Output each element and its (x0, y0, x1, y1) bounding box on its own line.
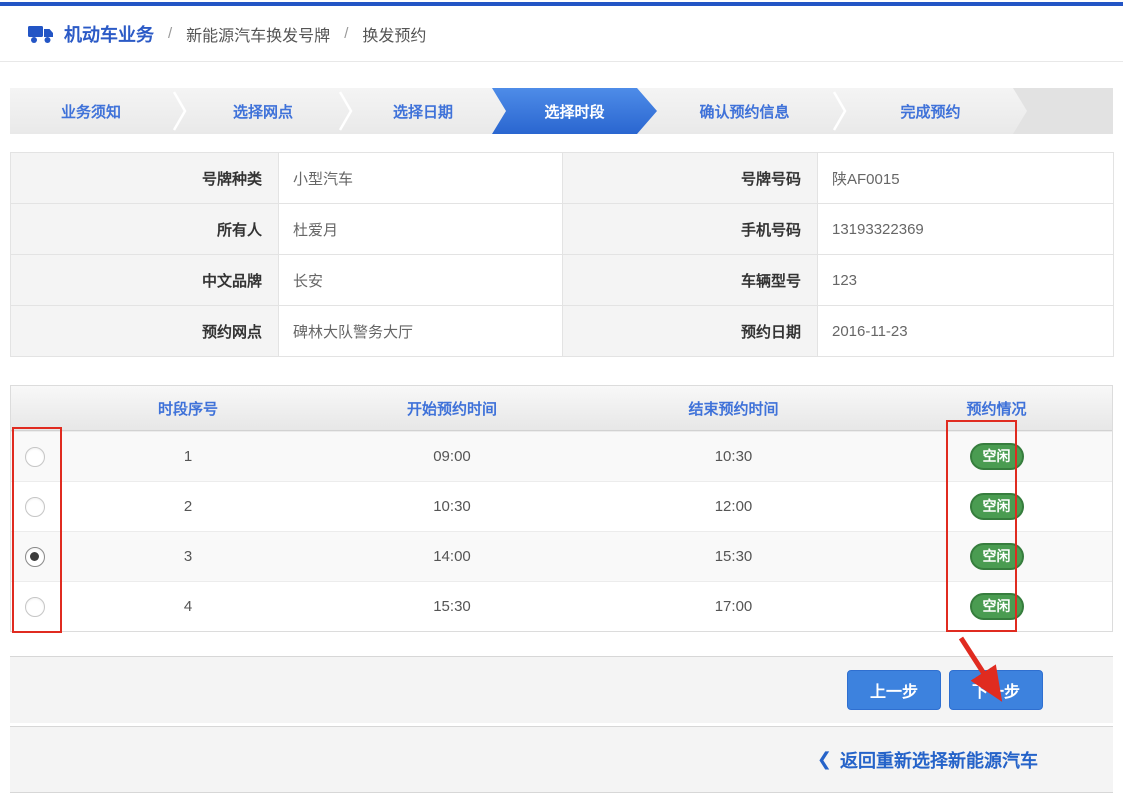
brand-value: 长安 (279, 255, 563, 306)
breadcrumb: 机动车业务 / 新能源汽车换发号牌 / 换发预约 (0, 6, 1123, 62)
end-time-value: 17:00 (586, 598, 881, 615)
action-bar: 上一步 下一步 (10, 656, 1113, 723)
next-step-button[interactable]: 下一步 (949, 670, 1043, 710)
tab-select-timeslot-active[interactable]: 选择时段 (492, 88, 657, 134)
site-value: 碑林大队警务大厅 (279, 306, 563, 357)
page: 机动车业务 / 新能源汽车换发号牌 / 换发预约 业务须知 选择网点 选择日期 … (0, 0, 1123, 801)
date-value: 2016-11-23 (818, 306, 1114, 357)
model-value: 123 (818, 255, 1114, 306)
seq-value: 3 (58, 548, 318, 565)
timeslot-radio-3-selected[interactable] (25, 547, 45, 567)
tabs-trailing-area (1013, 88, 1113, 134)
table-row: 所有人 杜爱月 手机号码 13193322369 (11, 204, 1114, 255)
seq-header: 时段序号 (58, 398, 318, 419)
timeslot-radio-4[interactable] (25, 597, 45, 617)
timeslot-row-1[interactable]: 1 09:00 10:30 空闲 (11, 431, 1112, 481)
timeslot-table: 时段序号 开始预约时间 结束预约时间 预约情况 1 09:00 10:30 空闲… (10, 385, 1113, 632)
site-label: 预约网点 (11, 306, 279, 357)
plate-number-label: 号牌号码 (563, 153, 818, 204)
breadcrumb-item-category: 新能源汽车换发号牌 (186, 22, 330, 46)
tab-complete[interactable]: 完成预约 (848, 88, 1013, 134)
start-time-value: 10:30 (318, 498, 586, 515)
end-time-value: 15:30 (586, 548, 881, 565)
tab-confirm-info[interactable]: 确认预约信息 (657, 88, 832, 134)
back-to-vehicle-link[interactable]: ❮ 返回重新选择新能源汽车 (817, 747, 1038, 773)
timeslot-radio-2[interactable] (25, 497, 45, 517)
seq-value: 2 (58, 498, 318, 515)
status-badge: 空闲 (970, 443, 1024, 470)
table-row: 预约网点 碑林大队警务大厅 预约日期 2016-11-23 (11, 306, 1114, 357)
brand-label: 中文品牌 (11, 255, 279, 306)
step-tabs: 业务须知 选择网点 选择日期 选择时段 确认预约信息 完成预约 (10, 88, 1113, 134)
start-time-value: 15:30 (318, 598, 586, 615)
vehicle-info-table: 号牌种类 小型汽车 号牌号码 陕AF0015 所有人 杜爱月 手机号码 1319… (10, 152, 1114, 357)
timeslot-row-2[interactable]: 2 10:30 12:00 空闲 (11, 481, 1112, 531)
start-time-value: 09:00 (318, 448, 586, 465)
phone-value: 13193322369 (818, 204, 1114, 255)
owner-label: 所有人 (11, 204, 279, 255)
model-label: 车辆型号 (563, 255, 818, 306)
prev-step-button[interactable]: 上一步 (847, 670, 941, 710)
start-time-header: 开始预约时间 (318, 398, 586, 419)
status-badge: 空闲 (970, 593, 1024, 620)
status-badge: 空闲 (970, 543, 1024, 570)
plate-type-label: 号牌种类 (11, 153, 279, 204)
plate-type-value: 小型汽车 (279, 153, 563, 204)
timeslot-header-row: 时段序号 开始预约时间 结束预约时间 预约情况 (11, 386, 1112, 431)
chevron-separator-icon (832, 88, 848, 134)
breadcrumb-item-current: 换发预约 (362, 22, 426, 46)
chevron-left-icon: ❮ (817, 749, 832, 770)
tab-select-date[interactable]: 选择日期 (354, 88, 492, 134)
seq-value: 4 (58, 598, 318, 615)
tab-business-notice[interactable]: 业务须知 (10, 88, 172, 134)
end-time-header: 结束预约时间 (586, 398, 881, 419)
breadcrumb-separator: / (344, 25, 348, 42)
phone-label: 手机号码 (563, 204, 818, 255)
chevron-separator-icon (338, 88, 354, 134)
breadcrumb-root[interactable]: 机动车业务 (28, 21, 154, 47)
timeslot-radio-1[interactable] (25, 447, 45, 467)
timeslot-row-4[interactable]: 4 15:30 17:00 空闲 (11, 581, 1112, 631)
chevron-separator-icon (172, 88, 188, 134)
back-link-label: 返回重新选择新能源汽车 (840, 747, 1038, 773)
table-row: 号牌种类 小型汽车 号牌号码 陕AF0015 (11, 153, 1114, 204)
end-time-value: 10:30 (586, 448, 881, 465)
timeslot-row-3[interactable]: 3 14:00 15:30 空闲 (11, 531, 1112, 581)
breadcrumb-separator: / (168, 25, 172, 42)
plate-number-value: 陕AF0015 (818, 153, 1114, 204)
status-badge: 空闲 (970, 493, 1024, 520)
breadcrumb-root-label: 机动车业务 (64, 21, 154, 47)
tab-select-site[interactable]: 选择网点 (188, 88, 338, 134)
start-time-value: 14:00 (318, 548, 586, 565)
owner-value: 杜爱月 (279, 204, 563, 255)
truck-icon (28, 24, 54, 44)
status-header: 预约情况 (881, 398, 1112, 419)
table-row: 中文品牌 长安 车辆型号 123 (11, 255, 1114, 306)
end-time-value: 12:00 (586, 498, 881, 515)
seq-value: 1 (58, 448, 318, 465)
footer-bar: ❮ 返回重新选择新能源汽车 (10, 726, 1113, 793)
date-label: 预约日期 (563, 306, 818, 357)
